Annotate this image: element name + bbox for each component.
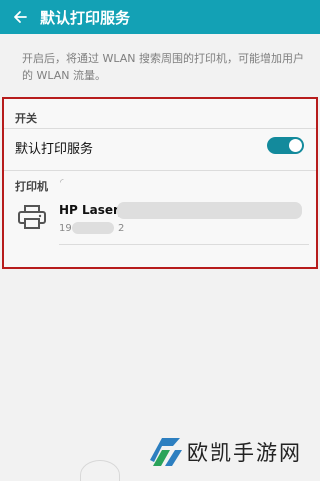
toggle-knob	[289, 139, 302, 152]
settings-panel: 开关 默认打印服务 打印机 ◜ HP LaserJ 19 2	[2, 97, 318, 269]
divider	[4, 128, 316, 129]
default-print-service-toggle[interactable]	[267, 137, 304, 154]
page-title: 默认打印服务	[40, 8, 131, 27]
divider	[4, 170, 316, 171]
divider	[59, 244, 309, 245]
printer-icon	[18, 205, 46, 229]
decorative-arc	[80, 460, 120, 481]
brand-name: 欧凯手游网	[187, 441, 302, 465]
printer-address-end: 2	[118, 223, 125, 234]
description-text: 开启后，将通过 WLAN 搜索周围的打印机，可能增加用户的 WLAN 流量。	[22, 52, 305, 82]
arrow-left-icon	[14, 11, 27, 23]
printer-list-item[interactable]: HP LaserJ 19 2	[4, 196, 316, 246]
brand-logo-icon	[150, 438, 182, 466]
section-header-switch: 开关	[15, 112, 37, 125]
redaction-blur	[117, 202, 302, 219]
app-bar: 默认打印服务	[0, 0, 320, 34]
default-print-service-row[interactable]: 默认打印服务	[4, 133, 316, 163]
section-header-printer: 打印机	[15, 180, 48, 193]
default-print-service-label: 默认打印服务	[15, 142, 94, 157]
back-button[interactable]	[0, 0, 40, 34]
printer-address-start: 19	[59, 223, 72, 234]
redaction-blur	[72, 222, 114, 234]
printer-name: HP LaserJ	[59, 203, 124, 217]
loading-spinner-icon: ◜	[60, 178, 64, 188]
